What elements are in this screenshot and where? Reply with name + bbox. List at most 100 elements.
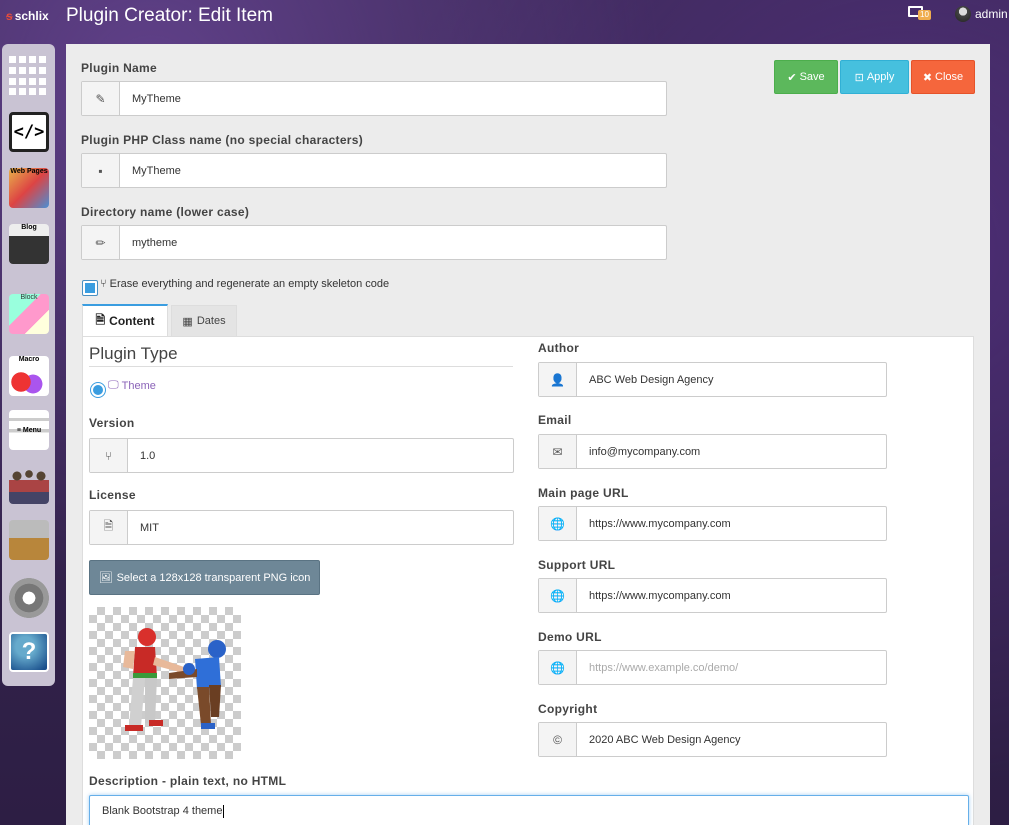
demo-url-input[interactable] — [577, 651, 886, 684]
radio-fill — [93, 385, 103, 395]
apply-icon: ⊡ — [854, 71, 864, 84]
close-label: Close — [935, 71, 964, 83]
brand-logo[interactable]: ᵴ schlix — [6, 9, 49, 23]
sidebar-item-menu[interactable]: ≡ Menu — [7, 408, 51, 452]
copyright-field[interactable]: © — [538, 722, 887, 757]
sidebar-item-macro[interactable]: Macro — [7, 354, 51, 398]
email-field[interactable]: ✉ — [538, 434, 887, 469]
sidebar-item-plugin-creator[interactable]: </> — [7, 110, 51, 154]
apply-button[interactable]: ⊡ Apply — [840, 60, 909, 94]
plugin-name-field[interactable]: ✎ — [81, 81, 667, 116]
divider — [89, 366, 513, 367]
version-field[interactable]: ⑂ — [89, 438, 514, 473]
sidebar-item-web-pages[interactable]: Web Pages — [7, 166, 51, 210]
sidebar-item-settings[interactable] — [7, 576, 51, 620]
content-tab-pane: Plugin Type 🖵 Theme Version ⑂ License 🗎 … — [82, 336, 974, 825]
description-text: Blank Bootstrap 4 theme — [102, 805, 223, 817]
sidebar-item-tools[interactable] — [7, 518, 51, 562]
theme-option[interactable]: 🖵 Theme — [108, 379, 156, 392]
support-url-field[interactable]: 🌐 — [538, 578, 887, 613]
menu-icon: ≡ Menu — [9, 410, 49, 450]
image-icon: 🖼 — [98, 572, 113, 584]
user-name: admin — [975, 7, 1008, 21]
class-name-label: Plugin PHP Class name (no special charac… — [81, 133, 364, 147]
main-url-field[interactable]: 🌐 — [538, 506, 887, 541]
license-label: License — [89, 488, 136, 502]
regenerate-checkbox[interactable] — [82, 280, 98, 296]
copyright-label: Copyright — [538, 702, 598, 716]
code-icon: </> — [9, 112, 49, 152]
class-name-field[interactable]: ▪ — [81, 153, 667, 188]
license-input[interactable] — [128, 511, 513, 544]
main-panel: ✔Save ⊡Apply ✖Close Plugin Name ✎ Plugin… — [66, 44, 990, 825]
description-input[interactable]: Blank Bootstrap 4 theme — [89, 795, 969, 825]
select-icon-button[interactable]: 🖼 Select a 128x128 transparent PNG icon — [89, 560, 320, 595]
theme-radio[interactable] — [90, 382, 106, 398]
close-icon: ✖ — [922, 71, 933, 84]
avatar — [955, 6, 971, 22]
dir-name-field[interactable]: ✏ — [81, 225, 667, 260]
users-icon — [9, 464, 49, 504]
description-label: Description - plain text, no HTML — [89, 774, 287, 788]
blog-icon: Blog — [9, 224, 49, 264]
email-label: Email — [538, 413, 572, 427]
check-icon: ✔ — [787, 71, 797, 84]
file-icon: 🗎 — [95, 312, 106, 327]
notification-count: 10 — [918, 10, 931, 20]
dir-name-input[interactable] — [120, 226, 666, 259]
macro-icon: Macro — [9, 356, 49, 396]
support-url-input[interactable] — [577, 579, 886, 612]
sidebar-item-apps[interactable] — [7, 54, 51, 98]
globe-icon: 🌐 — [539, 579, 577, 612]
tab-content-label: Content — [109, 314, 155, 328]
sidebar: </> Web Pages Blog Block Macro ≡ Menu ? — [2, 44, 55, 686]
copyright-icon: © — [539, 723, 577, 756]
save-label: Save — [799, 71, 825, 83]
regenerate-label: ⑂ Erase everything and regenerate an emp… — [100, 278, 389, 290]
user-icon: 👤 — [539, 363, 577, 396]
web-pages-icon: Web Pages — [9, 168, 49, 208]
sidebar-item-help[interactable]: ? — [7, 630, 51, 674]
notification-button[interactable]: 10 — [908, 5, 932, 21]
user-menu[interactable]: admin — [955, 6, 1008, 22]
block-icon: Block — [9, 294, 49, 334]
page-title: Plugin Creator: Edit Item — [66, 5, 273, 26]
sidebar-item-blocks[interactable]: Block — [7, 292, 51, 336]
pencil-square-icon: ▪ — [82, 154, 120, 187]
calendar-icon: ▦ — [182, 315, 193, 328]
close-button[interactable]: ✖ Close — [911, 60, 975, 94]
email-input[interactable] — [577, 435, 886, 468]
sidebar-item-blog[interactable]: Blog — [7, 222, 51, 266]
apply-label: Apply — [866, 71, 895, 83]
support-url-label: Support URL — [538, 558, 616, 572]
globe-icon: 🌐 — [539, 651, 577, 684]
version-label: Version — [89, 416, 135, 430]
plugin-type-heading: Plugin Type — [89, 344, 178, 363]
save-button[interactable]: ✔ Save — [774, 60, 838, 94]
author-field[interactable]: 👤 — [538, 362, 887, 397]
regenerate-text: Erase everything and regenerate an empty… — [109, 278, 390, 290]
tab-dates[interactable]: ▦ Dates — [171, 305, 237, 337]
main-url-input[interactable] — [577, 507, 886, 540]
class-name-input[interactable] — [120, 154, 666, 187]
demo-url-field[interactable]: 🌐 — [538, 650, 887, 685]
sidebar-item-users[interactable] — [7, 462, 51, 506]
document-icon: 🗎 — [90, 511, 128, 544]
demo-url-label: Demo URL — [538, 630, 602, 644]
author-label: Author — [538, 341, 580, 355]
branch-icon: ⑂ — [100, 278, 107, 290]
tab-content[interactable]: 🗎 Content — [82, 304, 168, 336]
copyright-input[interactable] — [577, 723, 886, 756]
edit-icon: ✎ — [82, 82, 120, 115]
toolbox-icon — [9, 520, 49, 560]
gear-icon — [9, 578, 49, 618]
main-url-label: Main page URL — [538, 486, 629, 500]
tab-dates-label: Dates — [196, 315, 226, 327]
license-field[interactable]: 🗎 — [89, 510, 514, 545]
plugin-name-input[interactable] — [120, 82, 666, 115]
brand-name: schlix — [14, 9, 49, 23]
version-input[interactable] — [128, 439, 513, 472]
apps-grid-icon — [9, 56, 49, 96]
author-input[interactable] — [577, 363, 886, 396]
check-fill — [85, 283, 95, 293]
